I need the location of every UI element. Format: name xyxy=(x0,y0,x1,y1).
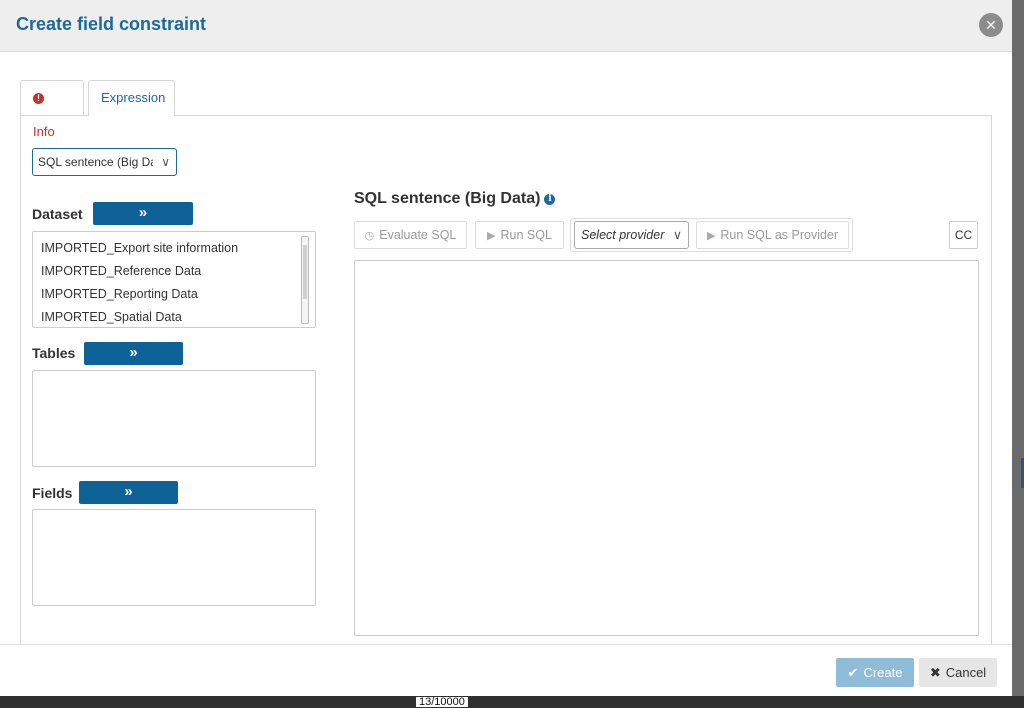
tables-expand-button[interactable]: » xyxy=(84,342,183,365)
expression-mode-select[interactable]: SQL sentence (Big Data) ∨ xyxy=(32,148,177,176)
create-label: Create xyxy=(863,665,903,680)
sql-title-text: SQL sentence (Big Data) xyxy=(354,190,541,207)
fields-label: Fields xyxy=(32,485,73,501)
dataset-expand-button[interactable]: » xyxy=(93,202,193,225)
exclamation-circle-icon: ! xyxy=(33,93,44,104)
sql-section-title: SQL sentence (Big Data) i xyxy=(354,190,556,208)
scrollbar-thumb[interactable] xyxy=(303,245,307,299)
info-circle-icon[interactable]: i xyxy=(544,194,556,205)
create-field-constraint-modal: Create field constraint ✕ !Info Expressi… xyxy=(0,0,1012,696)
run-sql-as-provider-button[interactable]: ▶ Run SQL as Provider xyxy=(696,221,849,249)
sql-editor[interactable] xyxy=(354,260,979,636)
list-item[interactable]: IMPORTED_Reference Data xyxy=(41,264,201,278)
close-icon: ✖ xyxy=(929,665,941,680)
tab-expression-label: Expression xyxy=(101,90,166,105)
clock-icon: ◷ xyxy=(364,230,375,242)
evaluate-sql-button[interactable]: ◷ Evaluate SQL xyxy=(354,221,467,249)
backdrop-scrollbar xyxy=(1012,0,1024,708)
double-chevron-right-icon: » xyxy=(138,204,148,221)
backdrop-counter: 13/10000 xyxy=(416,697,468,708)
dataset-scrollbar[interactable] xyxy=(301,236,309,324)
modal-title: Create field constraint xyxy=(16,14,207,34)
double-chevron-right-icon: » xyxy=(129,344,138,361)
tables-list[interactable] xyxy=(32,370,316,467)
double-chevron-right-icon: » xyxy=(124,483,133,500)
play-icon: ▶ xyxy=(487,230,496,242)
list-item[interactable]: IMPORTED_Export site information xyxy=(41,241,238,255)
dataset-list[interactable]: IMPORTED_Export site information IMPORTE… xyxy=(32,231,316,328)
chevron-down-icon: ∨ xyxy=(161,155,170,169)
cancel-label: Cancel xyxy=(945,665,987,680)
chevron-down-icon: ∨ xyxy=(672,228,682,242)
list-item[interactable]: IMPORTED_Spatial Data xyxy=(41,310,182,324)
provider-select-placeholder: Select provider xyxy=(581,228,665,242)
provider-select[interactable]: Select provider ∨ xyxy=(574,221,689,249)
run-sql-label: Run SQL xyxy=(500,228,552,242)
list-item[interactable]: IMPORTED_Reporting Data xyxy=(41,287,198,301)
cc-button[interactable]: CC xyxy=(949,221,978,249)
evaluate-sql-label: Evaluate SQL xyxy=(379,228,457,242)
create-button[interactable]: ✔ Create xyxy=(836,658,914,687)
modal-header: Create field constraint ✕ xyxy=(0,0,1012,52)
tab-info[interactable]: !Info xyxy=(20,80,84,139)
dataset-label: Dataset xyxy=(32,206,83,222)
fields-list[interactable] xyxy=(32,509,316,606)
cancel-button[interactable]: ✖ Cancel xyxy=(919,658,997,687)
tab-expression[interactable]: Expression xyxy=(88,80,175,116)
run-sql-as-provider-label: Run SQL as Provider xyxy=(720,228,839,242)
expression-mode-value: SQL sentence (Big Data) xyxy=(38,155,153,169)
backdrop-bottom: 13/10000 xyxy=(0,696,1024,708)
check-icon: ✔ xyxy=(847,665,859,680)
play-icon: ▶ xyxy=(706,230,716,242)
tables-label: Tables xyxy=(32,345,76,361)
close-icon[interactable]: ✕ xyxy=(979,13,1003,37)
run-sql-button[interactable]: ▶ Run SQL xyxy=(475,221,564,249)
fields-expand-button[interactable]: » xyxy=(79,481,178,504)
